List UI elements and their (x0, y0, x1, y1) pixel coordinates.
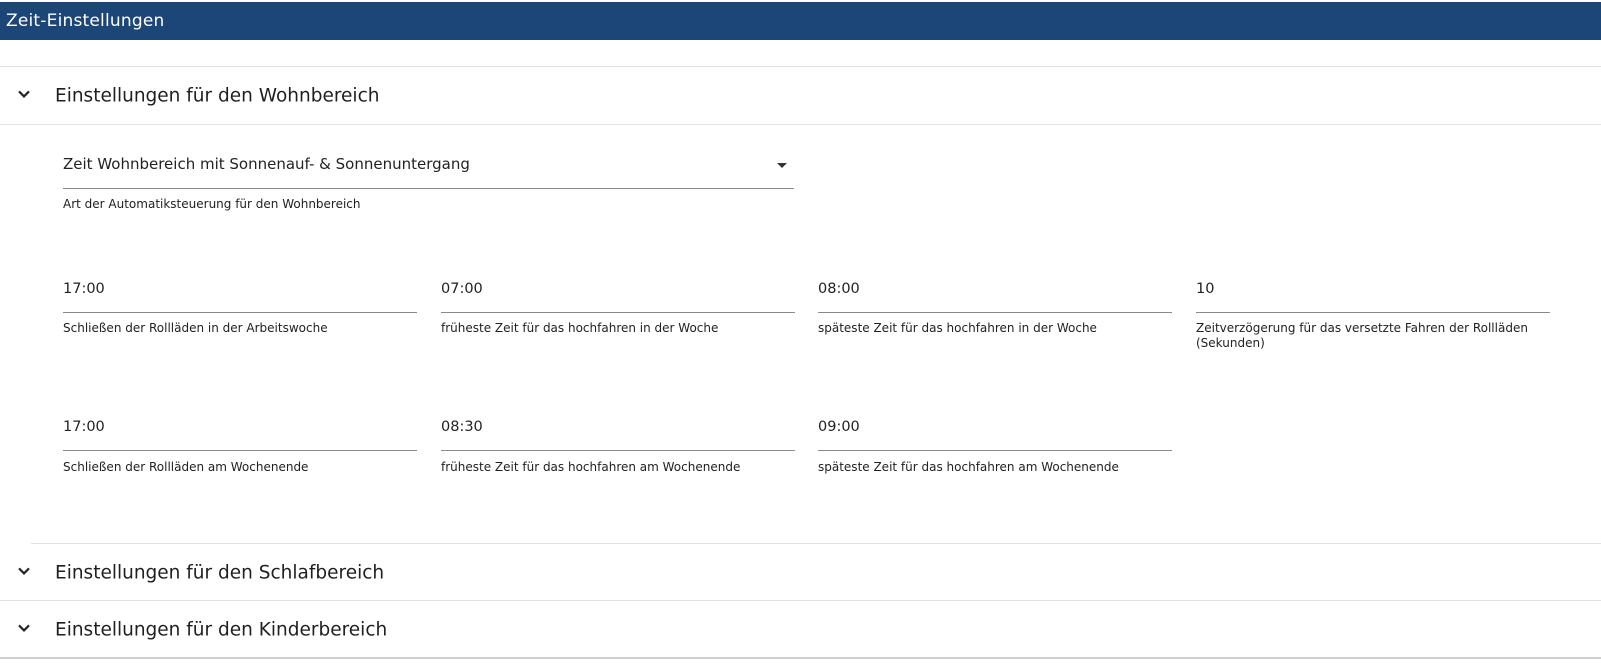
section-header-schlafbereich[interactable]: Einstellungen für den Schlafbereich (0, 545, 1601, 601)
field-helper: Schließen der Rollläden in der Arbeitswo… (63, 321, 328, 335)
close-weekday-input[interactable] (63, 281, 417, 297)
dropdown-arrow-icon (777, 163, 787, 168)
delay-seconds-input[interactable] (1196, 281, 1550, 297)
section-header-wohnbereich[interactable]: Einstellungen für den Wohnbereich (0, 68, 1601, 124)
earliest-up-weekday-field[interactable] (441, 271, 795, 313)
latest-up-weekend-input[interactable] (818, 419, 1172, 435)
latest-up-weekday-field[interactable] (818, 271, 1172, 313)
window-title: Zeit-Einstellungen (0, 2, 1601, 40)
close-weekend-input[interactable] (63, 419, 417, 435)
chevron-down-icon (18, 624, 30, 632)
select-value: Zeit Wohnbereich mit Sonnenauf- & Sonnen… (63, 155, 470, 173)
section-title: Einstellungen für den Schlafbereich (55, 562, 385, 584)
section-title: Einstellungen für den Wohnbereich (55, 85, 380, 107)
divider (31, 543, 1601, 544)
divider (0, 657, 1601, 659)
chevron-down-icon (18, 90, 30, 98)
earliest-up-weekday-input[interactable] (441, 281, 795, 297)
field-helper: früheste Zeit für das hochfahren am Woch… (441, 460, 741, 474)
field-helper: Schließen der Rollläden am Wochenende (63, 460, 309, 474)
divider (0, 600, 1601, 601)
section-header-kinderbereich[interactable]: Einstellungen für den Kinderbereich (0, 602, 1601, 658)
field-helper: früheste Zeit für das hochfahren in der … (441, 321, 719, 335)
field-helper: Zeitverzögerung für das versetzte Fahren… (1196, 321, 1528, 350)
delay-seconds-field[interactable] (1196, 271, 1550, 313)
latest-up-weekend-field[interactable] (818, 409, 1172, 451)
close-weekend-field[interactable] (63, 409, 417, 451)
earliest-up-weekend-field[interactable] (441, 409, 795, 451)
automation-mode-select[interactable]: Zeit Wohnbereich mit Sonnenauf- & Sonnen… (63, 143, 794, 189)
field-helper: späteste Zeit für das hochfahren am Woch… (818, 460, 1119, 474)
earliest-up-weekend-input[interactable] (441, 419, 795, 435)
latest-up-weekday-input[interactable] (818, 281, 1172, 297)
close-weekday-field[interactable] (63, 271, 417, 313)
chevron-down-icon (18, 567, 30, 575)
divider (0, 124, 1601, 125)
divider (0, 66, 1601, 67)
select-helper: Art der Automatiksteuerung für den Wohnb… (63, 197, 361, 211)
section-title: Einstellungen für den Kinderbereich (55, 619, 388, 641)
field-helper: späteste Zeit für das hochfahren in der … (818, 321, 1097, 335)
